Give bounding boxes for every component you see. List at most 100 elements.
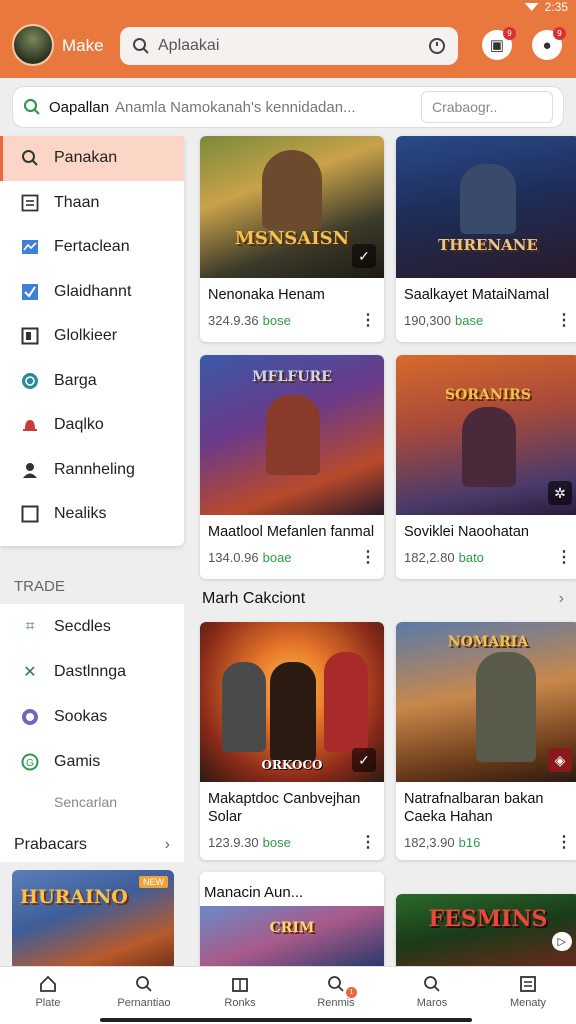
sidebar-item-fertaclean[interactable]: Fertaclean (0, 225, 184, 270)
hero-figure (262, 150, 322, 230)
sidebar-section-title: TRADE (14, 578, 65, 595)
more-options-icon[interactable]: ⋮ (556, 547, 572, 567)
sidebar-item-rannheling[interactable]: Rannheling (0, 448, 184, 493)
nav-badge: 1 (346, 987, 357, 998)
game-card[interactable]: FESMINS ▷ (396, 894, 576, 966)
bottom-navigation: Plate Pernantiao Ronks 1 Renmis Maros Me… (0, 966, 576, 1024)
chevron-right-icon: › (164, 836, 170, 853)
chevron-right-icon[interactable]: › (559, 590, 564, 608)
avatar[interactable] (12, 24, 54, 66)
sidebar-more-link[interactable]: Prabacars › (0, 828, 184, 862)
game-art: NOMARIA ◈ (396, 622, 576, 782)
filter-bar[interactable]: Oapallan Anamla Namokanah's kennidadan..… (12, 86, 564, 128)
more-options-icon[interactable]: ⋮ (556, 832, 572, 852)
nav-rennis[interactable]: 1 Renmis (288, 967, 384, 1024)
promo-tag: NEW (139, 876, 168, 888)
game-name: Makaptdoc Canbvejhan Solar (208, 791, 361, 825)
game-currency: base (455, 312, 484, 328)
game-card[interactable]: ORKOCO ✓ Makaptdoc Canbvejhan Solar 123.… (200, 622, 384, 860)
sidebar-item-sookas[interactable]: Sookas (0, 694, 184, 739)
search-icon (327, 975, 345, 997)
game-price-row: 182,3.90 b16 ⋮ (396, 826, 576, 852)
search-icon (133, 38, 149, 54)
game-card[interactable]: MFLFURE Maatlool Mefanlen fanmal 134.0.9… (200, 355, 384, 579)
game-currency: boae (262, 549, 292, 565)
nav-search[interactable]: Pernantiao (96, 967, 192, 1024)
sidebar-item-thaan[interactable]: Thaan (0, 181, 184, 226)
app-title: Make (62, 36, 104, 55)
hero-figure (324, 652, 368, 752)
wifi-icon (524, 3, 539, 11)
filter-input[interactable]: Anamla Namokanah's kennidadan... (115, 99, 413, 116)
sidebar-item-label: Gamis (54, 752, 101, 770)
game-currency: bose (262, 834, 291, 850)
search-input[interactable]: Aplaakai (158, 37, 428, 55)
status-time: 2:35 (544, 0, 568, 14)
game-art: MSNSAISN ✓ (200, 136, 384, 278)
sidebar-item-dastlnnga[interactable]: ✕ Dastlnnga (0, 649, 184, 694)
more-options-icon[interactable]: ⋮ (360, 832, 376, 852)
game-price: 190,300 (404, 312, 451, 328)
check-icon[interactable]: ✓ (352, 748, 376, 772)
search-icon (23, 98, 40, 115)
section-header[interactable]: Marh Cakciont › (202, 590, 564, 608)
game-card[interactable]: Manacin Aun... CRIM (200, 872, 384, 966)
game-price-row: 123.9.30 bose ⋮ (200, 826, 384, 852)
person-icon (20, 460, 40, 480)
nav-home[interactable]: Plate (0, 967, 96, 1024)
tools-icon: ✕ (23, 663, 37, 681)
sidebar-sub-label[interactable]: Sencarlan (0, 784, 184, 820)
game-currency: b16 (458, 834, 481, 850)
game-price-row: 190,300 base ⋮ (396, 304, 576, 330)
game-name: Natrafnalbaran bakan Caeka Hahan (404, 791, 544, 825)
nav-maros[interactable]: Maros (384, 967, 480, 1024)
box-icon (20, 504, 40, 524)
settings-icon[interactable]: ✲ (548, 481, 572, 505)
game-card[interactable]: THRENANE Saalkayet MataiNamal 190,300 ba… (396, 136, 576, 342)
hero-figure (476, 652, 536, 762)
nav-ranks[interactable]: Ronks (192, 967, 288, 1024)
game-art: FESMINS ▷ (396, 894, 576, 966)
game-card[interactable]: NOMARIA ◈ Natrafnalbaran bakan Caeka Hah… (396, 622, 576, 860)
game-name: Nenonaka Henam (208, 287, 325, 303)
more-options-icon[interactable]: ⋮ (360, 310, 376, 330)
play-icon[interactable]: ▷ (551, 932, 572, 951)
home-indicator (100, 1018, 472, 1022)
sidebar-trade-section: ⌗ Secdles ✕ Dastlnnga Sookas G Gamis Sen… (0, 604, 184, 862)
game-price: 182,2.80 (404, 549, 455, 565)
game-price-row: 182,2.80 bato ⋮ (396, 541, 576, 567)
game-price: 324.9.36 (208, 312, 259, 328)
filter-select[interactable]: Crabaogr.. (421, 91, 553, 123)
notifications-button[interactable]: ▣ 9 (482, 27, 516, 60)
search-bar[interactable]: Aplaakai (120, 27, 458, 65)
sidebar-item-nealiks[interactable]: Nealiks (0, 492, 184, 537)
game-art-title: CRIM (269, 920, 315, 936)
hero-figure (266, 395, 320, 475)
section-title-2: Manacin Aun... (204, 884, 304, 901)
sidebar-item-glaidhannt[interactable]: Glaidhannt (0, 270, 184, 315)
game-card[interactable]: MSNSAISN ✓ Nenonaka Henam 324.9.36 bose … (200, 136, 384, 342)
sidebar-item-daqlko[interactable]: Daqlko (0, 403, 184, 448)
share-icon[interactable]: ◈ (548, 748, 572, 772)
sidebar-item-glolkieer[interactable]: Glolkieer (0, 314, 184, 359)
nav-label: Ronks (224, 997, 256, 1009)
sidebar-item-panakan[interactable]: Panakan (0, 136, 184, 181)
check-icon[interactable]: ✓ (352, 244, 376, 268)
timer-icon[interactable] (428, 37, 446, 55)
sidebar-item-label: Sookas (54, 707, 108, 725)
game-card[interactable]: SORANIRS ✲ Soviklei Naoohatan 182,2.80 b… (396, 355, 576, 579)
sidebar-item-secdles[interactable]: ⌗ Secdles (0, 604, 184, 649)
more-options-icon[interactable]: ⋮ (556, 310, 572, 330)
sidebar-item-label: Dastlnnga (54, 662, 127, 680)
nav-label: Renmis (317, 997, 355, 1009)
sidebar-item-gamis[interactable]: G Gamis (0, 739, 184, 784)
sidebar-item-barga[interactable]: Barga (0, 359, 184, 404)
profile-button[interactable]: ● 9 (532, 27, 566, 60)
more-options-icon[interactable]: ⋮ (360, 547, 376, 567)
sidebar-item-label: Nealiks (54, 505, 107, 523)
sidebar-promo-banner[interactable]: NEW HURAINO (12, 870, 174, 970)
game-price: 182,3.90 (404, 834, 455, 850)
nav-menu[interactable]: Menaty (480, 967, 576, 1024)
search-icon (20, 148, 40, 168)
game-price-row: 324.9.36 bose ⋮ (200, 304, 384, 330)
